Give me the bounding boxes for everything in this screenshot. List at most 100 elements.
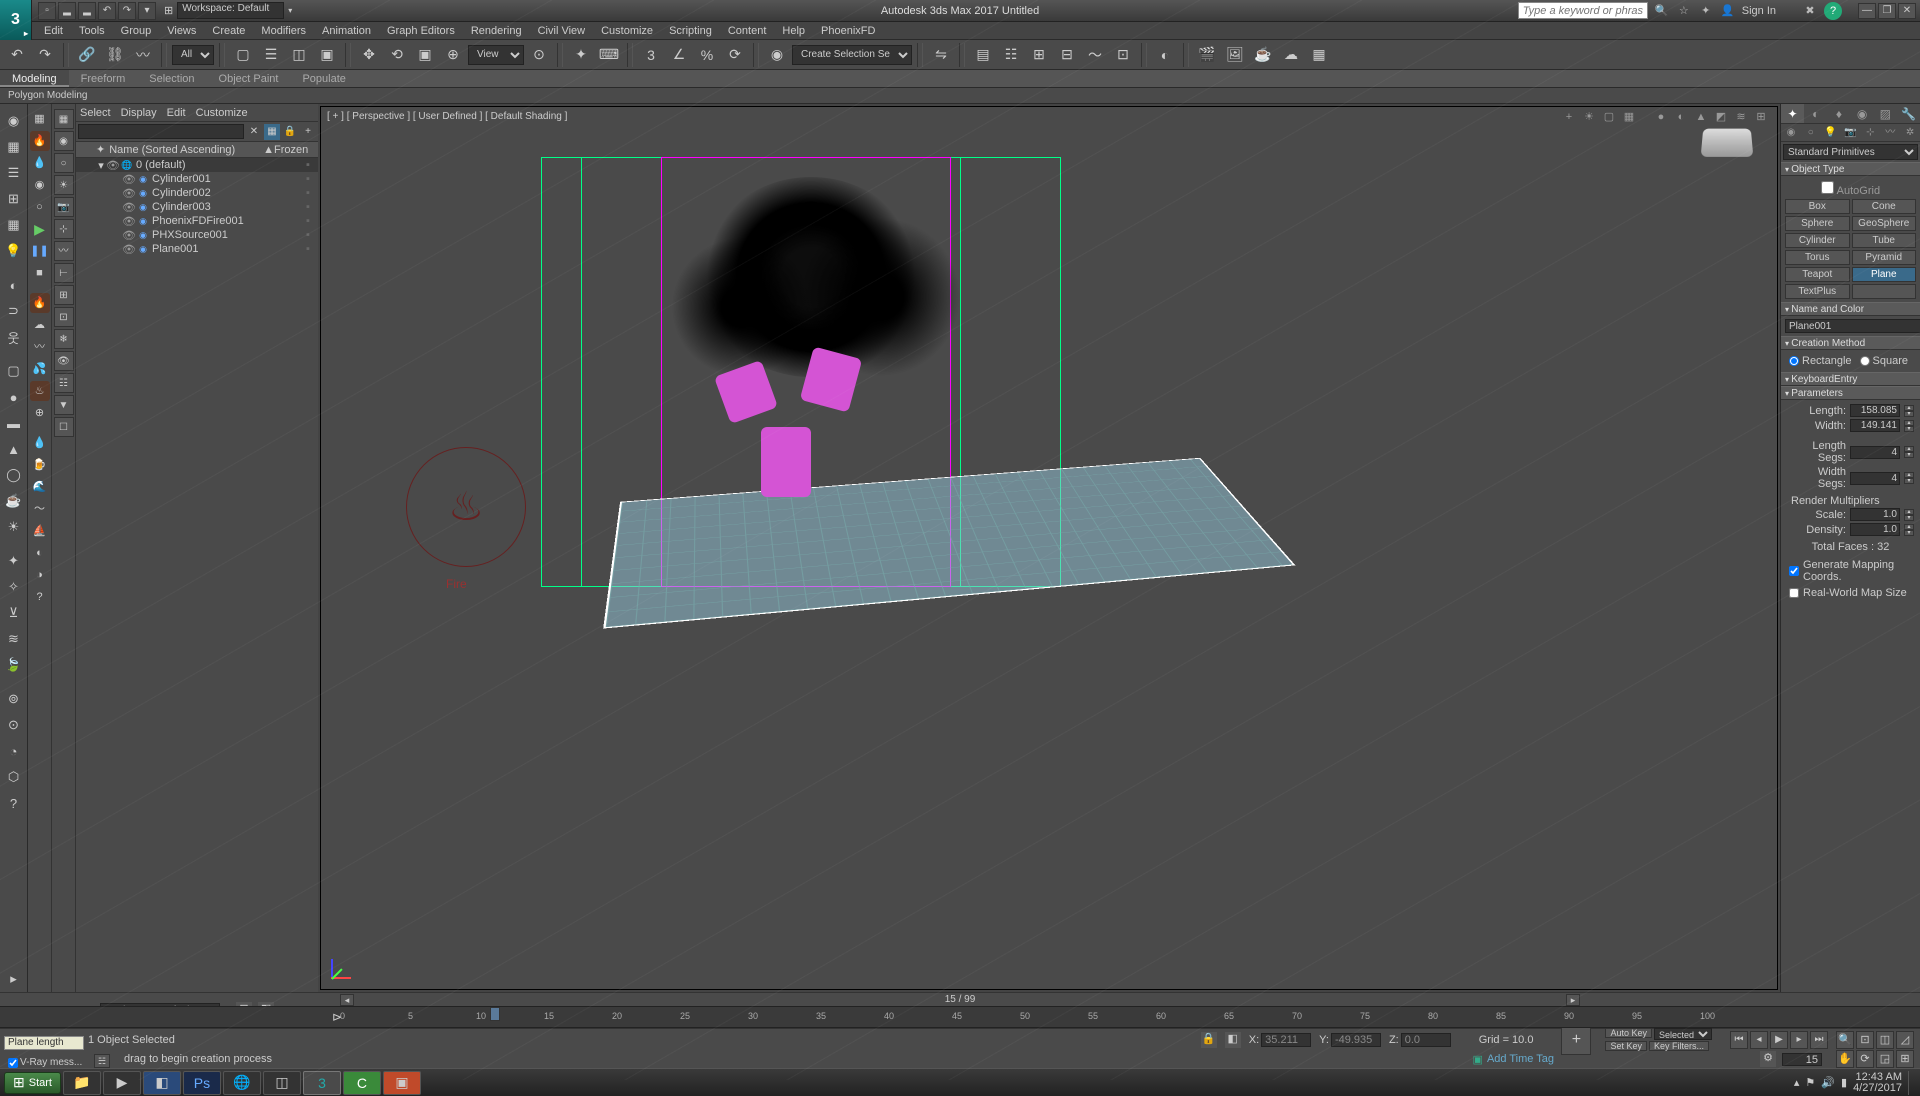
phx-wave-icon[interactable]: 〜 xyxy=(30,499,50,519)
menu-phoenixfd[interactable]: PhoenixFD xyxy=(813,25,883,37)
spacewarps-cat-icon[interactable]: 〰 xyxy=(1880,124,1900,141)
timeline-next-icon[interactable]: ▸ xyxy=(1566,994,1580,1006)
keyboard-shortcut-icon[interactable]: ⌨ xyxy=(596,42,622,68)
filter-shape-icon[interactable]: ○ xyxy=(54,153,74,173)
arrow-icon[interactable]: ✦ xyxy=(96,143,105,156)
scene-item[interactable]: 👁◉Cylinder002▪ xyxy=(76,186,318,200)
scene-item[interactable]: 👁◉Plane001▪ xyxy=(76,242,318,256)
filter-layer-icon[interactable]: ☷ xyxy=(54,373,74,393)
ribbon-tab-selection[interactable]: Selection xyxy=(137,70,206,87)
angle-snap-icon[interactable]: ∠ xyxy=(666,42,692,68)
filter-sort-icon[interactable]: ▼ xyxy=(54,395,74,415)
filter-none-icon[interactable]: ☐ xyxy=(54,417,74,437)
gen-mapping-checkbox[interactable] xyxy=(1789,566,1799,576)
x-coord[interactable]: 35.211 xyxy=(1261,1033,1311,1047)
menu-tools[interactable]: Tools xyxy=(71,25,113,37)
filter-frozen-icon[interactable]: ❄ xyxy=(54,329,74,349)
select-region-icon[interactable]: ◫ xyxy=(286,42,312,68)
undo-icon[interactable]: ↶ xyxy=(98,2,116,20)
hierarchy-tab-icon[interactable]: ♦ xyxy=(1827,104,1850,123)
scene-menu-display[interactable]: Display xyxy=(121,107,157,119)
scene-item[interactable]: 👁◉PhoenixFDFire001▪ xyxy=(76,214,318,228)
phx-ocean-icon[interactable]: 🌊 xyxy=(30,477,50,497)
visibility-icon[interactable]: 👁 xyxy=(122,243,136,256)
utilities-tab-icon[interactable]: 🔧 xyxy=(1897,104,1920,123)
leaf-icon[interactable]: 🍃 xyxy=(2,653,26,677)
menu-scripting[interactable]: Scripting xyxy=(661,25,720,37)
render-output-icon[interactable]: ▦ xyxy=(1306,42,1332,68)
pause-sim-icon[interactable]: ❚❚ xyxy=(30,241,50,261)
prim-cone-button[interactable]: Cone xyxy=(1852,199,1917,214)
vp-light-icon[interactable]: ☀ xyxy=(1580,108,1598,126)
percent-snap-icon[interactable]: % xyxy=(694,42,720,68)
menu-edit[interactable]: Edit xyxy=(36,25,71,37)
expand-icon[interactable]: ▸ xyxy=(2,967,26,991)
setkey-button[interactable]: Set Key xyxy=(1605,1041,1647,1051)
media-player-taskbar-icon[interactable]: ▶ xyxy=(103,1071,141,1095)
menu-group[interactable]: Group xyxy=(113,25,160,37)
helpers-cat-icon[interactable]: ⊹ xyxy=(1860,124,1880,141)
selection-lock-icon[interactable]: 🔒 xyxy=(1201,1032,1217,1048)
subscription-icon[interactable]: ☆ xyxy=(1676,3,1692,19)
redo-button[interactable]: ↷ xyxy=(32,42,58,68)
scene-menu-select[interactable]: Select xyxy=(80,107,111,119)
realworld-checkbox[interactable] xyxy=(1789,588,1799,598)
link-icon[interactable]: 🔗 xyxy=(74,42,100,68)
select-object-icon[interactable]: ▢ xyxy=(230,42,256,68)
visibility-icon[interactable]: 👁 xyxy=(122,173,136,186)
length-spinner[interactable]: 158.085 xyxy=(1850,404,1900,417)
scale-spinner[interactable]: 1.0 xyxy=(1850,508,1900,521)
z-coord[interactable]: 0.0 xyxy=(1401,1033,1451,1047)
tray-network-icon[interactable]: 🔊 xyxy=(1821,1076,1835,1089)
scene-item[interactable]: 👁◉Cylinder003▪ xyxy=(76,200,318,214)
unlink-icon[interactable]: ⛓ xyxy=(102,42,128,68)
select-place-icon[interactable]: ⊕ xyxy=(440,42,466,68)
particle-icon[interactable]: ✦ xyxy=(2,549,26,573)
phx-water-icon[interactable]: 💧 xyxy=(30,153,50,173)
prim-geosphere-button[interactable]: GeoSphere xyxy=(1852,216,1917,231)
phx-fire-icon[interactable]: 🔥 xyxy=(30,131,50,151)
goto-end-icon[interactable]: ⏭ xyxy=(1810,1031,1828,1049)
visibility-icon[interactable]: 👁 xyxy=(122,187,136,200)
phx-flame-icon[interactable]: 🔥 xyxy=(30,293,50,313)
scene-add-icon[interactable]: + xyxy=(300,124,316,140)
cylinder-object-1[interactable] xyxy=(761,427,811,497)
square-radio[interactable]: Square xyxy=(1860,355,1908,367)
add-time-tag[interactable]: ▣Add Time Tag xyxy=(1473,1053,1554,1066)
close-icon[interactable]: ✕ xyxy=(1898,3,1916,19)
menu-create[interactable]: Create xyxy=(204,25,253,37)
primitive-category-select[interactable]: Standard Primitives xyxy=(1783,144,1918,160)
show-desktop-button[interactable] xyxy=(1908,1071,1916,1095)
snap-toggle-icon[interactable]: 3 xyxy=(638,42,664,68)
prim-tube-button[interactable]: Tube xyxy=(1852,233,1917,248)
width-spinner[interactable]: 149.141 xyxy=(1850,419,1900,432)
scene-menu-customize[interactable]: Customize xyxy=(196,107,248,119)
spinner-snap-icon[interactable]: ⟳ xyxy=(722,42,748,68)
visibility-icon[interactable]: 👁 xyxy=(122,215,136,228)
cameras-cat-icon[interactable]: 📷 xyxy=(1841,124,1861,141)
frozen-cell[interactable]: ▪ xyxy=(298,243,318,255)
minimize-icon[interactable]: — xyxy=(1858,3,1876,19)
time-track[interactable]: ⊳ 05101520253035404550556065707580859095… xyxy=(0,1006,1920,1028)
isolate-icon[interactable]: ◧ xyxy=(1225,1032,1241,1048)
mirror-icon[interactable]: ⇋ xyxy=(928,42,954,68)
layers-vb-icon[interactable]: ☰ xyxy=(2,161,26,185)
box-tool-icon[interactable]: ▢ xyxy=(2,359,26,383)
help-vb-icon[interactable]: ? xyxy=(2,791,26,815)
sphere-tool-icon[interactable]: ◐ xyxy=(2,273,26,297)
cylinder-tool-icon[interactable]: ▬ xyxy=(2,411,26,435)
zoom-icon[interactable]: 🔍 xyxy=(1836,1031,1854,1049)
vray-msg-checkbox[interactable] xyxy=(8,1058,18,1068)
render-frame-icon[interactable]: 🖼 xyxy=(1222,42,1248,68)
3dsmax-taskbar-icon[interactable]: 3 xyxy=(303,1071,341,1095)
grid2-icon[interactable]: ▦ xyxy=(2,213,26,237)
collapse-icon[interactable]: ▾ xyxy=(96,159,106,172)
misc4-icon[interactable]: ⬡ xyxy=(2,765,26,789)
misc3-icon[interactable]: ◔ xyxy=(2,739,26,763)
filter-xref-icon[interactable]: ⊡ xyxy=(54,307,74,327)
selection-filter[interactable]: All xyxy=(172,45,214,65)
curve-editor-icon[interactable]: 〜 xyxy=(1082,42,1108,68)
grid-vb-icon[interactable]: ⊞ xyxy=(2,187,26,211)
frozen-cell[interactable]: ▪ xyxy=(298,215,318,227)
app3-taskbar-icon[interactable]: ▣ xyxy=(383,1071,421,1095)
